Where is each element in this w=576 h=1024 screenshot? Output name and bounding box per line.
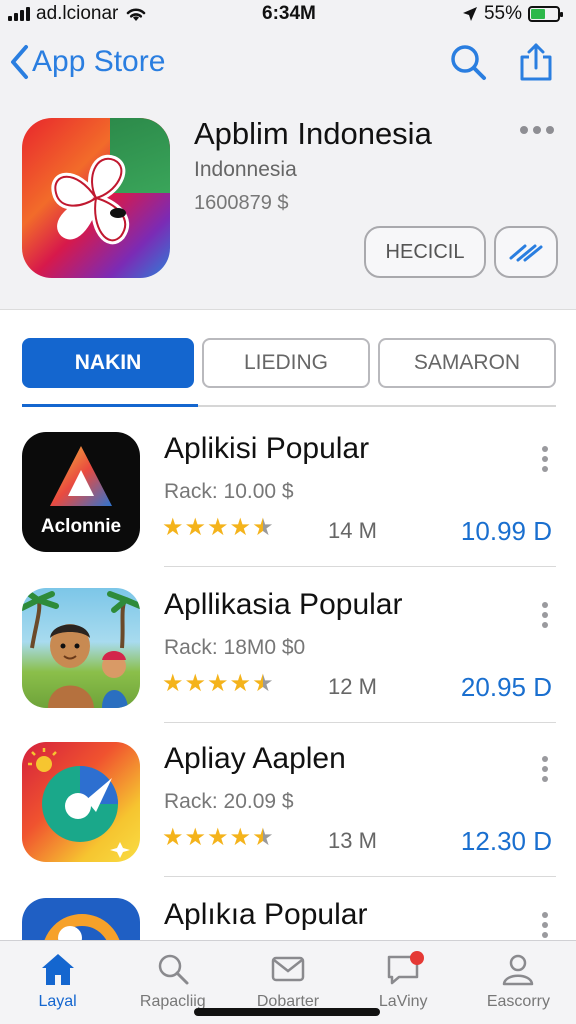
item-size: 13 M <box>328 828 377 853</box>
rating-stars: ★ ★ ★ ★ ★ <box>162 516 274 540</box>
tab-underline-track <box>22 404 556 407</box>
battery-percent: 55% <box>483 3 522 24</box>
bottom-tab-bar: Layal Rapacliig Dobarter LaViny Eascorry <box>0 940 576 1024</box>
flower-logo-icon <box>51 154 130 245</box>
home-icon <box>41 954 74 985</box>
item-more-icon[interactable] <box>542 756 548 782</box>
item-more-icon[interactable] <box>542 602 548 628</box>
star-icon: ★ <box>162 514 184 541</box>
notification-badge <box>409 951 424 965</box>
star-icon: ★ <box>162 824 184 851</box>
divider <box>164 566 556 567</box>
star-icon: ★ <box>207 514 229 541</box>
wifi-icon <box>127 8 146 21</box>
search-icon <box>158 954 189 985</box>
star-icon: ★ <box>162 670 184 697</box>
divider <box>164 722 556 723</box>
item-title: Aplikisi Popular <box>164 432 370 465</box>
star-half-icon: ★ <box>252 824 274 851</box>
home-indicator <box>194 1008 380 1016</box>
tabbar-label: Eascorry <box>486 993 550 1010</box>
star-icon: ★ <box>207 670 229 697</box>
battery-icon <box>528 6 563 22</box>
list-item[interactable]: Aclonnie Aplikisi Popular Rack: 10.00 $ … <box>0 432 576 588</box>
tabbar-label: Layal <box>38 993 77 1010</box>
checkmarks-icon <box>509 244 543 262</box>
star-icon: ★ <box>184 514 207 541</box>
star-icon: ★ <box>184 670 207 697</box>
item-more-icon[interactable] <box>542 912 548 938</box>
back-label: App Store <box>32 45 166 78</box>
app-developer: Indonnesia <box>194 158 297 181</box>
signal-icon <box>8 7 30 21</box>
app-header: Apblim Indonesia Indonnesia 1600879 $ HE… <box>0 96 576 310</box>
mail-icon <box>271 956 305 982</box>
star-half-icon: ★ <box>252 514 274 541</box>
app-icon-aclonnie: Aclonnie <box>22 432 140 552</box>
item-rack: Rack: 20.09 $ <box>164 790 294 813</box>
search-icon[interactable] <box>448 42 488 82</box>
carrier-label: ad.lcionar <box>36 3 119 24</box>
item-rack: Rack: 10.00 $ <box>164 480 294 503</box>
tabbar-item-eascorry[interactable]: Eascorry <box>461 941 576 1024</box>
tab-underline <box>22 404 198 407</box>
app-icon-compass <box>22 742 140 862</box>
star-icon: ★ <box>207 824 229 851</box>
item-title: Apliay Aaplen <box>164 742 346 775</box>
triangle-logo-icon <box>50 446 112 506</box>
item-price[interactable]: 10.99 D <box>461 516 552 547</box>
location-arrow-icon <box>462 7 477 21</box>
cartoon-characters-icon <box>22 588 140 708</box>
secondary-action-button[interactable] <box>494 226 558 278</box>
compass-logo-icon <box>28 748 130 858</box>
star-icon: ★ <box>184 824 207 851</box>
item-price[interactable]: 12.30 D <box>461 826 552 857</box>
chevron-left-icon <box>11 45 28 79</box>
segment-tabs: NAKIN LIEDING SAMARON <box>22 338 556 388</box>
item-price[interactable]: 20.95 D <box>461 672 552 703</box>
tab-nakin[interactable]: NAKIN <box>22 338 194 388</box>
nav-header: App Store <box>0 28 576 96</box>
item-size: 12 M <box>328 674 377 699</box>
item-title: Aplıkıa Popular <box>164 898 368 931</box>
star-icon: ★ <box>229 824 252 851</box>
star-icon: ★ <box>229 670 252 697</box>
list-item[interactable]: Apllikasia Popular Rack: 18M0 $0 ★ ★ ★ ★ ★ 1… <box>0 588 576 744</box>
rating-stars: ★ ★ ★ ★ ★ <box>162 672 274 696</box>
divider <box>164 876 556 877</box>
item-more-icon[interactable] <box>542 446 548 472</box>
app-title: Apblim Indonesia <box>194 116 432 151</box>
star-half-icon: ★ <box>252 670 274 697</box>
item-rack: Rack: 18M0 $0 <box>164 636 306 659</box>
status-time: 6:34M <box>262 3 316 24</box>
rating-stars: ★ ★ ★ ★ ★ <box>162 826 274 850</box>
tabbar-label: LaViny <box>378 993 428 1010</box>
nav-actions <box>448 42 554 82</box>
item-title: Apllikasia Popular <box>164 588 403 621</box>
tab-samaron[interactable]: SAMARON <box>378 338 556 388</box>
app-icon-cartoon <box>22 588 140 708</box>
app-meta: 1600879 $ <box>194 192 289 214</box>
share-icon[interactable] <box>518 42 554 82</box>
tabbar-item-layal[interactable]: Layal <box>0 941 115 1024</box>
get-button[interactable]: HECICIL <box>364 226 486 278</box>
back-button[interactable]: App Store <box>8 44 165 80</box>
status-right: 55% <box>462 3 563 25</box>
battery-level <box>531 9 546 19</box>
app-icon <box>22 118 170 278</box>
carrier-group: ad.lcionar <box>8 3 148 25</box>
item-size: 14 M <box>328 518 377 543</box>
more-options-icon[interactable] <box>520 126 554 134</box>
star-icon: ★ <box>229 514 252 541</box>
status-bar: ad.lcionar 6:34M 55% <box>0 0 576 28</box>
tab-lieding[interactable]: LIEDING <box>202 338 370 388</box>
icon-caption: Aclonnie <box>40 516 122 537</box>
person-icon <box>503 954 534 986</box>
list-item[interactable]: Apliay Aaplen Rack: 20.09 $ ★ ★ ★ ★ ★ 13 M 1… <box>0 742 576 898</box>
